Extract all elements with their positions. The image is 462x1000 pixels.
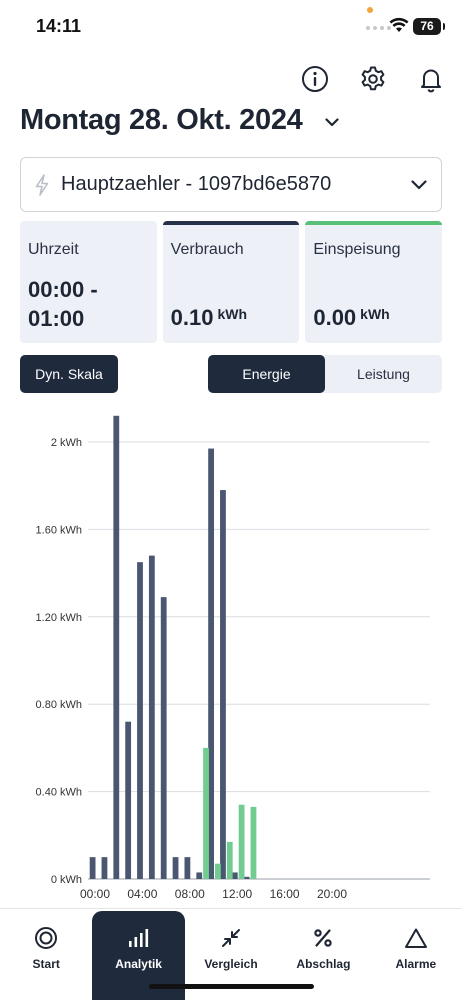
percent-icon — [313, 926, 333, 950]
x-tick-label: 20:00 — [317, 887, 347, 901]
consumption-bar — [208, 448, 214, 879]
feed-in-bar — [226, 841, 233, 879]
tab-alarme[interactable]: Alarme — [370, 909, 462, 1000]
feed-in-bar — [203, 747, 209, 879]
tab-label: Alarme — [395, 957, 437, 971]
lightning-icon — [35, 173, 55, 196]
wifi-icon — [389, 17, 409, 38]
summary-cards: Uhrzeit 00:00 - 01:00 Verbrauch 0.10 kWh … — [20, 221, 443, 343]
y-tick-label: 0 kWh — [51, 874, 82, 886]
bar-chart-icon — [128, 926, 150, 950]
y-tick-label: 2 kWh — [51, 437, 82, 449]
chevron-down-icon — [411, 177, 427, 195]
battery-indicator: 76 — [413, 18, 445, 35]
consumption-bar — [89, 857, 96, 879]
consumption-bar — [113, 415, 120, 879]
privacy-dot-icon — [367, 7, 373, 13]
card-time-start: 00:00 - — [28, 277, 98, 302]
tab-label: Vergleich — [204, 957, 258, 971]
feed-in-value: 0.00 — [313, 305, 357, 330]
card-consumption: Verbrauch 0.10 kWh — [162, 221, 300, 343]
y-tick-label: 0.80 kWh — [36, 699, 82, 711]
card-feed-in-value: 0.00 kWh — [313, 305, 389, 331]
consumption-unit: kWh — [217, 306, 248, 322]
card-consumption-value: 0.10 kWh — [171, 305, 247, 331]
card-feed-in-label: Einspeisung — [313, 241, 401, 258]
unit-toggle: Energie Leistung — [208, 355, 442, 393]
signal-icon — [366, 26, 391, 30]
chevron-down-icon[interactable] — [324, 114, 339, 132]
status-time: 14:11 — [36, 16, 82, 36]
consumption-bar — [196, 872, 203, 879]
card-feed-in: Einspeisung 0.00 kWh — [305, 221, 443, 343]
consumption-bar — [184, 857, 191, 879]
date-selector[interactable]: Montag 28. Okt. 2024 — [20, 104, 339, 137]
feed-in-unit: kWh — [360, 306, 390, 322]
x-tick-label: 12:00 — [222, 887, 252, 901]
consumption-bar — [220, 490, 226, 879]
tab-label: Analytik — [115, 957, 162, 971]
home-indicator — [149, 984, 314, 989]
feed-in-bar — [215, 863, 221, 879]
gear-icon[interactable] — [358, 64, 388, 94]
consumption-bar — [243, 876, 250, 879]
x-tick-label: 00:00 — [80, 887, 110, 901]
card-consumption-label: Verbrauch — [170, 241, 244, 258]
consumption-bar — [125, 721, 132, 879]
chart-controls: Dyn. Skala Energie Leistung — [20, 355, 442, 393]
info-icon[interactable] — [300, 64, 330, 94]
card-time-value: 00:00 - 01:00 — [28, 275, 98, 333]
energy-bar-chart: 0 kWh 0.40 kWh 0.80 kWh 1.20 kWh 1.60 kWh 2 k… — [36, 415, 430, 901]
page-title: Montag 28. Okt. 2024 — [20, 104, 303, 136]
consumption-bar — [137, 562, 143, 879]
meter-select[interactable]: Hauptzaehler - 1097bd6e5870 — [20, 157, 442, 212]
consumption-bar — [148, 555, 155, 879]
consumption-bar — [231, 872, 238, 879]
y-tick-label: 1.20 kWh — [36, 612, 82, 624]
card-time-label: Uhrzeit — [28, 241, 79, 258]
compare-arrows-icon — [220, 926, 242, 950]
status-bar: 14:11 76 — [0, 0, 462, 54]
card-time: Uhrzeit 00:00 - 01:00 — [20, 221, 157, 343]
triangle-icon — [404, 926, 428, 950]
meter-label: Hauptzaehler - 1097bd6e5870 — [61, 173, 332, 195]
dynamic-scale-button[interactable]: Dyn. Skala — [20, 355, 118, 393]
consumption-bar — [172, 857, 179, 879]
tab-start[interactable]: Start — [0, 909, 92, 1000]
target-icon — [34, 926, 58, 950]
tab-label: Start — [32, 957, 60, 971]
x-tick-label: 04:00 — [127, 887, 157, 901]
tab-label: Abschlag — [296, 957, 351, 971]
toggle-power[interactable]: Leistung — [325, 355, 442, 393]
toggle-energy[interactable]: Energie — [208, 355, 325, 393]
x-tick-label: 16:00 — [270, 887, 300, 901]
consumption-bar — [101, 857, 108, 879]
feed-in-bar — [250, 806, 257, 879]
y-tick-label: 1.60 kWh — [36, 524, 82, 536]
header-actions — [300, 64, 446, 94]
bell-icon[interactable] — [416, 64, 446, 94]
consumption-bar — [160, 597, 167, 879]
y-tick-label: 0.40 kWh — [36, 787, 82, 799]
consumption-value: 0.10 — [170, 305, 214, 330]
x-tick-label: 08:00 — [175, 887, 205, 901]
feed-in-bar — [238, 804, 245, 879]
card-time-end: 01:00 — [28, 306, 85, 331]
